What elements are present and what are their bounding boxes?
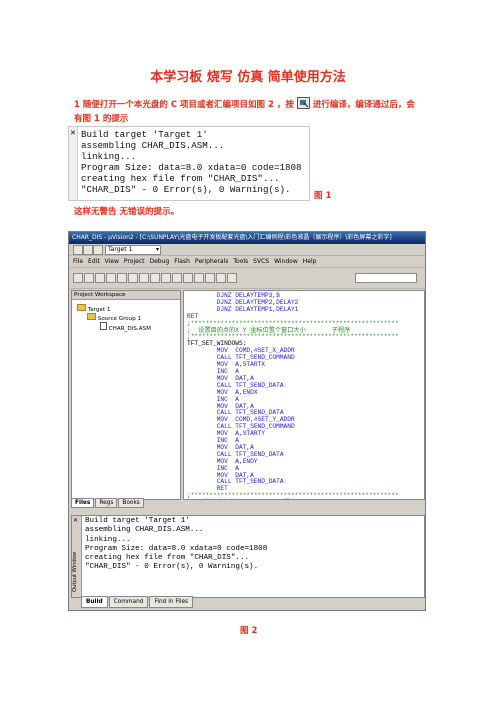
- save-all-icon[interactable]: [106, 273, 116, 283]
- ide-title: CHAR_DIS - μVision2 - [C:\SUNPLAY\光盘电子开发…: [72, 234, 392, 241]
- ide-window: CHAR_DIS - μVision2 - [C:\SUNPLAY\光盘电子开发…: [68, 231, 426, 611]
- output-line: Program Size: data=8.0 xdata=0 code=1808: [85, 544, 268, 553]
- translate-icon[interactable]: [93, 245, 103, 255]
- menu-bar: File Edit View Project Debug Flash Peripherals…: [69, 256, 425, 268]
- figure1-label: 图 1: [314, 191, 332, 201]
- output-line: assembling CHAR_DIS.ASM...: [81, 140, 225, 151]
- workspace-tabs: Files Regs Books: [71, 498, 179, 510]
- menu-item-tools[interactable]: Tools: [233, 258, 248, 265]
- save-icon[interactable]: [95, 273, 105, 283]
- close-icon: ✕: [70, 129, 76, 137]
- target-select[interactable]: Target 1 ▾: [105, 245, 161, 255]
- menu-item-peripherals[interactable]: Peripherals: [195, 258, 228, 265]
- workspace-title: Project Workspace: [72, 291, 180, 300]
- menu-item-project[interactable]: Project: [124, 258, 145, 265]
- menu-item-window[interactable]: Window: [274, 258, 298, 265]
- tab-files[interactable]: Files: [71, 498, 95, 508]
- target-select-value: Target 1: [108, 246, 133, 253]
- file-icon: [100, 322, 107, 330]
- code-line: DJNZ DELAYTEMP1,DELAY1: [187, 305, 299, 313]
- tree-file-label: CHAR_DIS.ASM: [108, 326, 151, 332]
- menu-item-view[interactable]: View: [105, 258, 119, 265]
- menu-item-file[interactable]: File: [73, 258, 83, 265]
- tab-command[interactable]: Command: [108, 596, 149, 608]
- paste-icon[interactable]: [139, 273, 149, 283]
- tree-target[interactable]: Target 1: [77, 304, 110, 313]
- find-input[interactable]: [355, 273, 417, 283]
- menu-item-edit[interactable]: Edit: [88, 258, 100, 265]
- output-line: assembling CHAR_DIS.ASM...: [85, 526, 204, 535]
- folder-icon: [77, 304, 86, 311]
- output-line: creating hex file from "CHAR_DIS"...: [81, 173, 280, 184]
- step1-line2: 有图 1 的提示: [74, 114, 129, 124]
- output-window: ✕ Output Window Build target 'Target 1' a…: [71, 515, 425, 598]
- folder-icon: [87, 313, 96, 320]
- tab-find-in-files[interactable]: Find in Files: [149, 596, 194, 608]
- output-lines: Build target 'Target 1' assembling CHAR_D…: [85, 517, 267, 573]
- cut-icon[interactable]: [117, 273, 127, 283]
- figure1-lines: Build target 'Target 1' assembling CHAR_D…: [81, 129, 302, 195]
- find-icon[interactable]: [194, 273, 204, 283]
- output-line: "CHAR_DIS" - 0 Error(s), 0 Warning(s).: [85, 563, 259, 572]
- output-line: Build target 'Target 1': [85, 517, 190, 525]
- no-warning-text: 这样无警告 无错误的提示。: [74, 207, 179, 217]
- output-window-title: Output Window: [72, 551, 78, 592]
- undo-icon[interactable]: [150, 273, 160, 283]
- code-text: DJNZ DELAYTEMP3,$ DJNZ DELAYTEMP2,DELAY2…: [187, 292, 399, 499]
- output-gutter: ✕: [69, 127, 78, 200]
- output-line: creating hex file from "CHAR_DIS"...: [85, 554, 250, 563]
- output-line: linking...: [85, 535, 131, 544]
- output-line: linking...: [81, 151, 137, 162]
- output-line: "CHAR_DIS" - 0 Error(s), 0 Warning(s).: [81, 184, 291, 195]
- tab-build[interactable]: Build: [81, 596, 108, 608]
- new-file-icon[interactable]: [73, 273, 83, 283]
- ide-titlebar: CHAR_DIS - μVision2 - [C:\SUNPLAY\光盘电子开发…: [69, 232, 425, 244]
- menu-item-debug[interactable]: Debug: [149, 258, 169, 265]
- build-target-icon[interactable]: [73, 245, 83, 255]
- project-workspace: Project Workspace Target 1 Source Group …: [71, 290, 181, 500]
- rebuild-icon[interactable]: [83, 245, 93, 255]
- menu-item-flash[interactable]: Flash: [174, 258, 190, 265]
- tree-group[interactable]: Source Group 1: [87, 313, 141, 322]
- step1-line1: 1 随便打开一个本光盘的 C 项目或者汇编项目如图 2 ，按: [74, 100, 294, 110]
- copy-icon[interactable]: [128, 273, 138, 283]
- output-window-side: ✕ Output Window: [72, 516, 82, 597]
- step1-text: 1 随便打开一个本光盘的 C 项目或者汇编项目如图 2 ，按 进行编译，编译通过…: [74, 97, 415, 110]
- menu-item-svcs[interactable]: SVCS: [253, 258, 269, 265]
- page-title: 本学习板 烧写 仿真 简单使用方法: [150, 70, 346, 85]
- output-line: Program Size: data=8.0 xdata=0 code=1808: [81, 162, 302, 173]
- bookmark-icon[interactable]: [172, 273, 182, 283]
- output-line: Build target 'Target 1': [81, 129, 208, 140]
- settings-icon[interactable]: [227, 273, 237, 283]
- redo-icon[interactable]: [161, 273, 171, 283]
- output-tabs: Build Command Find in Files: [81, 596, 194, 608]
- build-icon: [296, 97, 310, 109]
- toolbar-target: Target 1 ▾: [69, 244, 425, 256]
- indent-icon[interactable]: [183, 273, 193, 283]
- chevron-down-icon: ▾: [155, 246, 159, 253]
- step1-line1b: 进行编译，编译通过后，会: [312, 100, 415, 110]
- menu-item-help[interactable]: Help: [303, 258, 317, 265]
- toolbar-main: [69, 268, 425, 289]
- open-icon[interactable]: [84, 273, 94, 283]
- debug-icon[interactable]: [205, 273, 215, 283]
- tab-regs[interactable]: Regs: [95, 498, 118, 508]
- figure2-label: 图 2: [240, 626, 258, 636]
- window-icon[interactable]: [216, 273, 226, 283]
- code-editor[interactable]: DJNZ DELAYTEMP3,$ DJNZ DELAYTEMP2,DELAY2…: [183, 290, 425, 500]
- close-icon[interactable]: ✕: [73, 517, 78, 524]
- tab-books[interactable]: Books: [118, 498, 144, 508]
- tree-file[interactable]: CHAR_DIS.ASM: [100, 322, 151, 332]
- figure1-build-output: ✕ Build target 'Target 1' assembling CHAR…: [68, 126, 310, 201]
